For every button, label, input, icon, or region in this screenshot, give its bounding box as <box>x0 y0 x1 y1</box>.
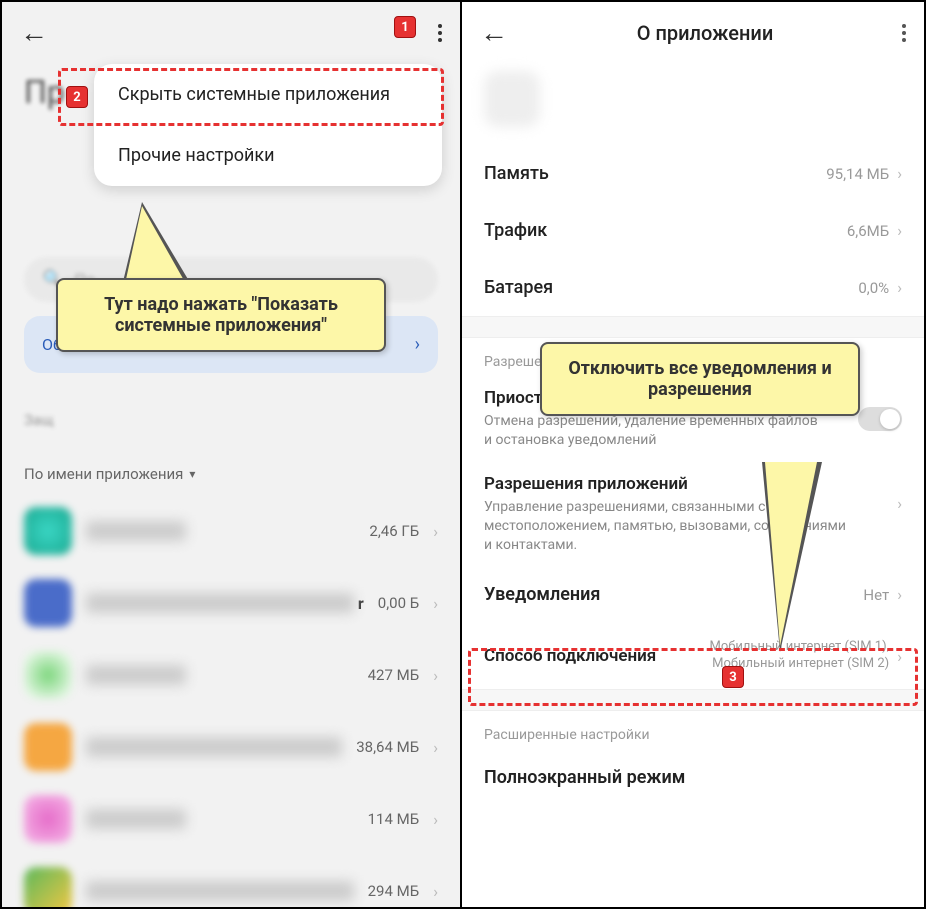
chevron-right-icon: › <box>897 494 902 513</box>
app-row[interactable]: r 0,00 Б › <box>2 567 460 639</box>
section-divider <box>462 316 924 338</box>
row-fullscreen[interactable]: Полноэкранный режим <box>462 749 924 792</box>
row-label: Трафик <box>484 220 547 241</box>
chevron-right-icon: › <box>415 334 420 355</box>
sort-label: По имени приложения <box>24 465 183 483</box>
row-value: 95,14 МБ <box>826 165 889 183</box>
app-row[interactable]: 294 МБ › <box>2 855 460 907</box>
more-icon[interactable] <box>902 24 906 42</box>
app-icon <box>24 579 72 627</box>
row-memory[interactable]: Память 95,14 МБ › <box>462 145 924 202</box>
row-label: Батарея <box>484 277 553 298</box>
more-icon[interactable] <box>438 24 442 42</box>
chevron-right-icon: › <box>897 278 902 297</box>
callout-box-1: Тут надо нажать "Показать системные прил… <box>56 278 386 352</box>
app-name-blurred <box>86 593 354 613</box>
row-connection[interactable]: Способ подключения Мобильный интернет (S… <box>462 623 924 689</box>
app-name-blurred <box>86 809 186 829</box>
app-name-blurred <box>86 665 186 685</box>
section-label: Защ <box>2 381 460 437</box>
sort-selector[interactable]: По имени приложения ▾ <box>2 437 460 495</box>
chevron-right-icon: › <box>433 882 438 901</box>
row-label: Полноэкранный режим <box>484 767 685 788</box>
app-icon <box>24 651 72 699</box>
app-icon <box>24 795 72 843</box>
app-size: 114 МБ <box>368 810 420 828</box>
app-icon-blurred <box>484 71 540 127</box>
app-name-blurred <box>86 521 186 541</box>
group-advanced-label: Расширенные настройки <box>462 711 924 749</box>
app-icon <box>24 867 72 907</box>
app-size: 294 МБ <box>368 882 420 900</box>
app-name-blurred <box>86 737 342 757</box>
app-size: 38,64 МБ <box>356 738 419 756</box>
app-name-suffix: r <box>358 594 364 613</box>
annotation-badge-1: 1 <box>394 16 416 38</box>
row-label: Уведомления <box>484 584 600 605</box>
callout-box-2: Отключить все уведомления и разрешения <box>540 342 860 416</box>
row-traffic[interactable]: Трафик 6,6МБ › <box>462 202 924 259</box>
app-row[interactable]: 114 МБ › <box>2 783 460 855</box>
row-label: Способ подключения <box>484 646 656 666</box>
chevron-right-icon: › <box>897 164 902 183</box>
chevron-right-icon: › <box>897 585 902 604</box>
row-title: Разрешения приложений <box>484 474 897 494</box>
overflow-popup: Скрыть системные приложения Прочие настр… <box>94 64 442 186</box>
app-size: 0,00 Б <box>378 594 419 612</box>
row-notifications[interactable]: Уведомления Нет › <box>462 566 924 623</box>
popup-item-hide-system[interactable]: Скрыть системные приложения <box>94 64 442 125</box>
row-label: Память <box>484 163 549 184</box>
page-title: О приложении <box>637 21 774 45</box>
chevron-right-icon: › <box>433 810 438 829</box>
toggle-switch[interactable] <box>858 407 902 431</box>
row-app-permissions[interactable]: Разрешения приложений Управление разреше… <box>462 462 924 567</box>
back-arrow-icon[interactable]: ← <box>480 16 508 49</box>
popup-item-other-settings[interactable]: Прочие настройки <box>94 125 442 186</box>
chevron-right-icon: › <box>433 522 438 541</box>
row-battery[interactable]: Батарея 0,0% › <box>462 259 924 316</box>
annotation-badge-3: 3 <box>722 666 744 688</box>
app-row[interactable]: 427 МБ › <box>2 639 460 711</box>
row-value: 0,0% <box>858 279 889 297</box>
app-row[interactable]: 38,64 МБ › <box>2 711 460 783</box>
app-size: 427 МБ <box>368 666 420 684</box>
app-list: 2,46 ГБ › r 0,00 Б › 427 МБ › 38,64 МБ <box>2 495 460 907</box>
row-desc: Управление разрешениями, связанными с ме… <box>484 498 897 555</box>
chevron-right-icon: › <box>897 647 902 666</box>
row-desc: Отмена разрешений, удаление временных фа… <box>484 412 858 450</box>
annotation-badge-2: 2 <box>66 86 88 108</box>
chevron-expand-icon: ▾ <box>189 467 195 481</box>
app-name-blurred <box>86 881 354 901</box>
chevron-right-icon: › <box>433 594 438 613</box>
app-icon <box>24 507 72 555</box>
section-divider <box>462 689 924 711</box>
app-icon <box>24 723 72 771</box>
app-row[interactable]: 2,46 ГБ › <box>2 495 460 567</box>
chevron-right-icon: › <box>433 666 438 685</box>
chevron-right-icon: › <box>433 738 438 757</box>
app-size: 2,46 ГБ <box>369 522 419 540</box>
chevron-right-icon: › <box>897 221 902 240</box>
row-value: Нет <box>863 586 889 604</box>
back-arrow-icon[interactable]: ← <box>20 16 48 49</box>
row-value: 6,6МБ <box>847 222 889 240</box>
